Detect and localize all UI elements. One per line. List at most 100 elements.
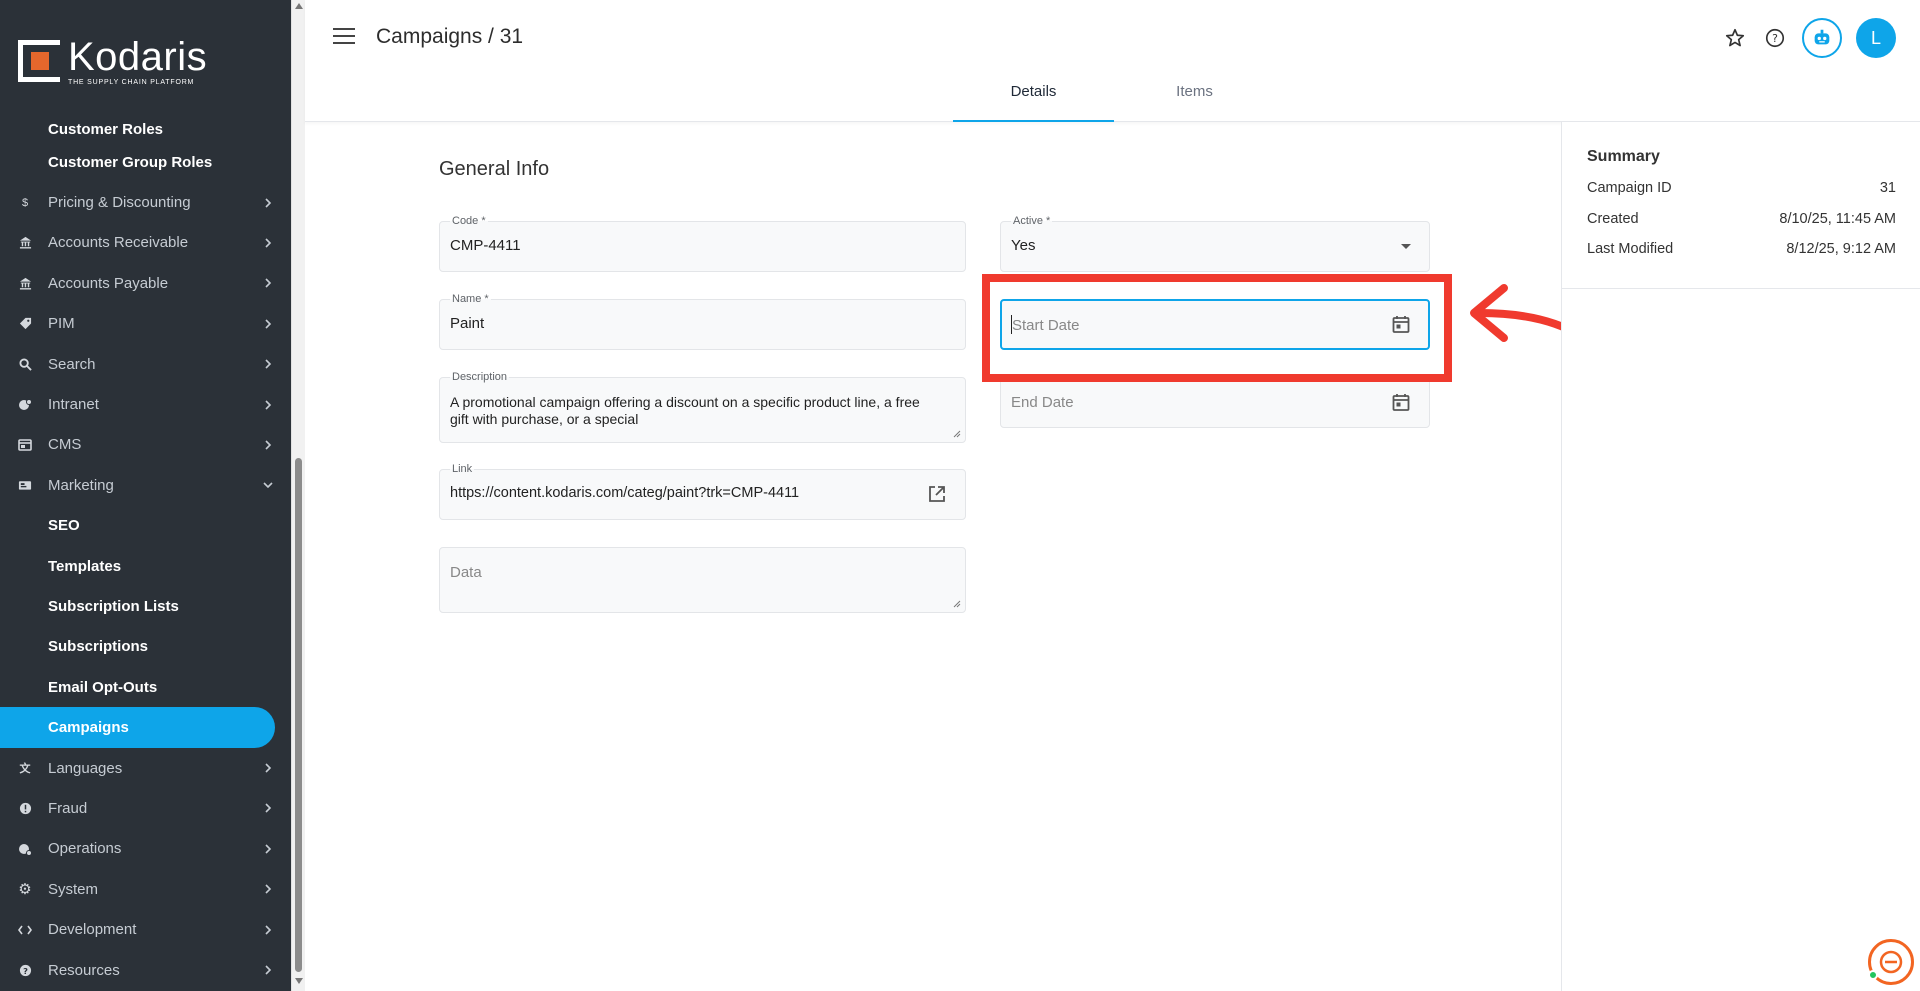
sidebar-item-customer-roles[interactable]: Customer Roles — [0, 110, 291, 142]
chevron-right-icon — [263, 965, 273, 975]
summary-panel: Summary Campaign ID 31 Created 8/10/25, … — [1561, 122, 1920, 991]
help-circle-icon[interactable]: ? — [1762, 25, 1788, 51]
sidebar-item-subscription-lists[interactable]: Subscription Lists — [0, 586, 291, 626]
description-value: A promotional campaign offering a discou… — [450, 394, 920, 427]
calendar-icon[interactable] — [1391, 392, 1411, 412]
sidebar-item-label: Intranet — [48, 396, 99, 414]
sidebar-item-accounts-payable[interactable]: Accounts Payable — [0, 263, 291, 303]
sidebar-item-label: Development — [48, 921, 137, 939]
sidebar-item-seo[interactable]: SEO — [0, 506, 291, 546]
marketing-icon — [18, 478, 32, 492]
avatar[interactable]: L — [1856, 18, 1896, 58]
resize-handle-icon[interactable] — [953, 430, 961, 438]
search-icon — [18, 357, 32, 371]
sidebar-item-pim[interactable]: PIM — [0, 304, 291, 344]
link-label: Link — [450, 463, 475, 475]
sidebar-item-subscriptions[interactable]: Subscriptions — [0, 627, 291, 667]
sidebar-item-email-opt-outs[interactable]: Email Opt-Outs — [0, 667, 291, 707]
logo-mark-icon — [18, 40, 60, 82]
sidebar-item-customer-group-roles[interactable]: Customer Group Roles — [0, 142, 291, 182]
tab-details[interactable]: Details — [953, 76, 1114, 122]
sidebar-item-marketing[interactable]: Marketing — [0, 465, 291, 505]
sidebar-item-system[interactable]: ⚙ System — [0, 869, 291, 909]
gear-icon: ⚙ — [18, 881, 32, 899]
logo-name: Kodaris — [68, 34, 208, 79]
chevron-right-icon — [263, 803, 273, 814]
summary-card: Summary Campaign ID 31 Created 8/10/25, … — [1562, 122, 1920, 289]
tab-items[interactable]: Items — [1114, 76, 1275, 122]
sidebar-item-pricing[interactable]: $ Pricing & Discounting — [0, 182, 291, 222]
description-label: Description — [450, 371, 510, 383]
summary-label: Created — [1587, 210, 1639, 227]
name-field[interactable]: Name * Paint — [439, 293, 966, 350]
bank-icon — [18, 276, 32, 290]
sidebar-item-label: PIM — [48, 315, 75, 333]
resize-handle-icon[interactable] — [953, 600, 961, 608]
assistant-bot-button[interactable] — [1802, 18, 1842, 58]
svg-text:?: ? — [23, 965, 28, 975]
alert-icon — [18, 801, 32, 815]
summary-label: Last Modified — [1587, 241, 1674, 257]
sidebar-nav: Customer Roles Customer Group Roles $ Pr… — [0, 110, 291, 990]
logo[interactable]: Kodaris THE SUPPLY CHAIN PLATFORM — [0, 0, 291, 122]
sidebar-item-campaigns[interactable]: Campaigns — [0, 707, 275, 748]
sidebar-item-development[interactable]: Development — [0, 909, 291, 949]
robot-icon — [1814, 29, 1830, 45]
open-in-new-icon[interactable] — [927, 484, 947, 504]
breadcrumb: Campaigns / 31 — [376, 25, 524, 48]
translate-icon: 文 — [19, 763, 31, 776]
chevron-right-icon — [263, 440, 273, 450]
logo-text: Kodaris THE SUPPLY CHAIN PLATFORM — [68, 37, 207, 86]
chevron-right-icon — [263, 278, 273, 288]
chevron-right-icon — [263, 399, 273, 410]
chevron-right-icon — [263, 925, 273, 935]
chat-widget-button[interactable] — [1868, 939, 1914, 985]
chevron-right-icon — [263, 844, 273, 854]
chevron-right-icon — [263, 198, 273, 208]
chat-icon — [1879, 950, 1903, 974]
active-select[interactable]: Active * Yes — [1000, 215, 1430, 272]
sidebar-item-languages[interactable]: 文 Languages — [0, 748, 291, 788]
sidebar-item-fraud[interactable]: Fraud — [0, 788, 291, 828]
dropdown-arrow-icon — [1401, 244, 1411, 249]
sidebar-item-cms[interactable]: CMS — [0, 425, 291, 465]
cms-icon — [18, 438, 32, 452]
sidebar-item-accounts-receivable[interactable]: Accounts Receivable — [0, 223, 291, 263]
sidebar-item-label: Accounts Receivable — [48, 234, 189, 252]
chevron-right-icon — [263, 359, 273, 369]
tabs: Details Items — [953, 76, 1275, 122]
chevron-down-icon — [263, 480, 273, 490]
hamburger-menu-icon[interactable] — [333, 28, 355, 46]
sidebar-item-templates[interactable]: Templates — [0, 546, 291, 586]
sidebar-item-label: Search — [48, 355, 96, 373]
scroll-up-arrow-icon[interactable] — [295, 3, 303, 9]
sidebar-item-label: Operations — [48, 840, 122, 858]
sidebar-item-resources[interactable]: ? Resources — [0, 950, 291, 990]
sidebar-item-intranet[interactable]: Intranet — [0, 384, 291, 424]
description-textarea[interactable]: Description A promotional campaign offer… — [439, 371, 966, 443]
end-date-field[interactable]: End Date — [1000, 377, 1430, 428]
star-icon[interactable] — [1722, 25, 1748, 51]
summary-row: Last Modified 8/12/25, 9:12 AM — [1587, 241, 1896, 272]
sidebar-item-label: Fraud — [48, 799, 88, 817]
section-title: General Info — [439, 158, 550, 180]
sidebar-item-label: Resources — [48, 961, 120, 979]
code-field[interactable]: Code * CMP-4411 — [439, 215, 966, 272]
data-textarea[interactable]: Data — [439, 547, 966, 613]
name-label: Name * — [450, 293, 491, 305]
header-actions: ? L — [1722, 18, 1896, 58]
sidebar-item-label: Pricing & Discounting — [48, 194, 191, 212]
annotation-highlight-box — [982, 274, 1452, 382]
intranet-icon — [18, 398, 32, 412]
scrollbar-thumb[interactable] — [295, 458, 302, 972]
sidebar-item-label: Accounts Payable — [48, 274, 169, 292]
code-value: CMP-4411 — [450, 237, 521, 254]
sidebar-item-search[interactable]: Search — [0, 344, 291, 384]
summary-label: Campaign ID — [1587, 180, 1672, 196]
sidebar-item-operations[interactable]: Operations — [0, 829, 291, 869]
link-field[interactable]: Link https://content.kodaris.com/categ/p… — [439, 463, 966, 520]
name-value: Paint — [450, 315, 485, 332]
sidebar-scrollbar[interactable] — [291, 0, 305, 991]
data-placeholder: Data — [450, 564, 482, 581]
scroll-down-arrow-icon[interactable] — [295, 978, 303, 984]
